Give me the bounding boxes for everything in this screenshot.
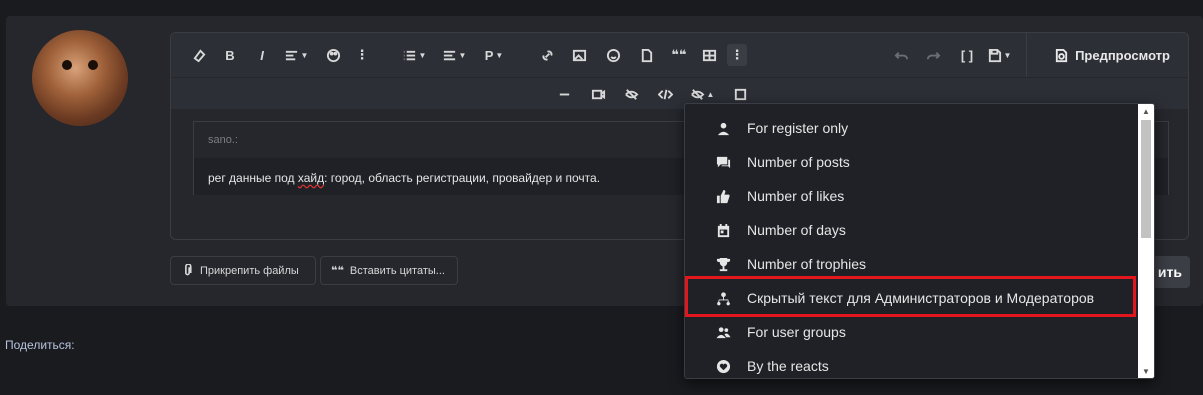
chevron-down-icon: ▼ bbox=[458, 50, 467, 60]
menu-item-number-of-days[interactable]: Number of days bbox=[685, 213, 1139, 247]
chevron-down-icon: ▼ bbox=[300, 50, 309, 60]
hide-icon[interactable] bbox=[621, 84, 641, 104]
table-icon[interactable] bbox=[699, 44, 719, 66]
attach-files-label: Прикрепить файлы bbox=[200, 264, 299, 277]
heart-icon bbox=[715, 358, 731, 374]
menu-item-label: Number of days bbox=[747, 222, 846, 238]
more-vertical-icon[interactable]: ⋮ bbox=[354, 44, 370, 66]
menu-item-label: Number of trophies bbox=[747, 256, 867, 272]
chevron-up-icon: ▲ bbox=[706, 89, 715, 99]
editor-toolbar-primary: B I ▼ ⋮ ▼ ▼ P ▼ ❝❝ ⋮ [ ] ▼ Предпросмотр bbox=[171, 33, 1188, 77]
quote-text-start: рег данные под bbox=[208, 171, 298, 185]
attach-files-button[interactable]: Прикрепить файлы bbox=[170, 256, 316, 285]
horizontal-rule-icon[interactable] bbox=[554, 84, 574, 104]
menu-item-label: Number of likes bbox=[747, 188, 845, 204]
misspelled-word: хайд bbox=[297, 171, 325, 185]
menu-item-label: For user groups bbox=[747, 324, 846, 340]
bold-button[interactable]: B bbox=[221, 44, 239, 66]
user-icon bbox=[715, 120, 731, 136]
paperclip-icon bbox=[185, 264, 192, 276]
scroll-up-icon[interactable]: ▲ bbox=[1138, 104, 1154, 118]
smiley-icon[interactable] bbox=[603, 44, 623, 66]
menu-item-label: Скрытый текст для Администраторов и Моде… bbox=[747, 290, 1095, 306]
menu-item-number-of-likes[interactable]: Number of likes bbox=[685, 179, 1139, 213]
menu-item-label: By the reacts bbox=[747, 358, 829, 374]
avatar[interactable] bbox=[32, 30, 128, 126]
insert-quotes-label: Вставить цитаты... bbox=[349, 264, 445, 277]
code-icon[interactable] bbox=[655, 84, 675, 104]
box-icon[interactable] bbox=[730, 84, 750, 104]
hide-dropdown-button[interactable]: ▲ bbox=[685, 84, 719, 104]
users-icon bbox=[715, 324, 731, 340]
menu-item-number-of-trophies[interactable]: Number of trophies bbox=[685, 247, 1139, 281]
more-vertical-icon[interactable]: ⋮ bbox=[727, 44, 747, 66]
share-label: Поделиться: bbox=[5, 338, 75, 352]
menu-scrollbar[interactable]: ▲ ▼ bbox=[1138, 104, 1154, 378]
preview-label: Предпросмотр bbox=[1075, 47, 1170, 63]
scroll-thumb[interactable] bbox=[1141, 120, 1151, 238]
redo-icon[interactable] bbox=[923, 44, 943, 66]
avatar-eye-right bbox=[88, 60, 98, 70]
italic-button[interactable]: I bbox=[253, 44, 271, 66]
text-align-dropdown[interactable]: ▼ bbox=[281, 44, 311, 66]
paragraph-format-dropdown[interactable]: P ▼ bbox=[479, 44, 509, 66]
menu-item-admins-and-moderators[interactable]: Скрытый текст для Администраторов и Моде… bbox=[685, 281, 1139, 315]
chevron-down-icon: ▼ bbox=[495, 50, 504, 60]
preview-button[interactable]: Предпросмотр bbox=[1042, 33, 1188, 77]
undo-icon[interactable] bbox=[891, 44, 911, 66]
insert-quotes-button[interactable]: ❝❝ Вставить цитаты... bbox=[320, 256, 458, 285]
save-draft-dropdown[interactable]: ▼ bbox=[983, 44, 1015, 66]
toolbar-divider bbox=[1026, 33, 1027, 77]
user-hierarchy-icon bbox=[715, 290, 731, 306]
comments-icon bbox=[715, 154, 731, 170]
submit-label: ить bbox=[1157, 264, 1182, 280]
video-icon[interactable] bbox=[588, 84, 608, 104]
hide-options-menu: For register only Number of posts Number… bbox=[684, 103, 1155, 379]
menu-item-register-only[interactable]: For register only bbox=[685, 111, 1139, 145]
palette-icon[interactable] bbox=[323, 44, 343, 66]
menu-item-user-groups[interactable]: For user groups bbox=[685, 315, 1139, 349]
toggle-bbcode-icon[interactable]: [ ] bbox=[957, 44, 977, 66]
chevron-down-icon: ▼ bbox=[1003, 50, 1012, 60]
quote-text-end: : город, область регистрации, провайдер … bbox=[324, 171, 601, 185]
media-file-icon[interactable] bbox=[636, 44, 656, 66]
quote-author: sano.: bbox=[208, 134, 238, 146]
list-dropdown[interactable]: ▼ bbox=[399, 44, 429, 66]
menu-item-label: Number of posts bbox=[747, 154, 850, 170]
paragraph-label: P bbox=[484, 47, 494, 63]
quote-icon: ❝❝ bbox=[331, 265, 344, 277]
align-dropdown[interactable]: ▼ bbox=[439, 44, 469, 66]
calendar-icon bbox=[715, 222, 731, 238]
menu-item-number-of-posts[interactable]: Number of posts bbox=[685, 145, 1139, 179]
avatar-eye-left bbox=[62, 60, 72, 70]
quote-icon[interactable]: ❝❝ bbox=[669, 44, 689, 66]
preview-search-icon bbox=[1055, 48, 1068, 62]
link-icon[interactable] bbox=[537, 44, 557, 66]
eraser-icon[interactable] bbox=[189, 44, 209, 66]
scroll-down-icon[interactable]: ▼ bbox=[1138, 364, 1154, 378]
menu-item-by-reacts[interactable]: By the reacts bbox=[685, 349, 1139, 378]
image-icon[interactable] bbox=[569, 44, 589, 66]
trophy-icon bbox=[715, 256, 731, 272]
menu-item-label: For register only bbox=[747, 120, 849, 136]
chevron-down-icon: ▼ bbox=[418, 50, 427, 60]
quote-text: рег данные под хайд: город, область реги… bbox=[208, 171, 600, 185]
thumbs-up-icon bbox=[715, 188, 731, 204]
